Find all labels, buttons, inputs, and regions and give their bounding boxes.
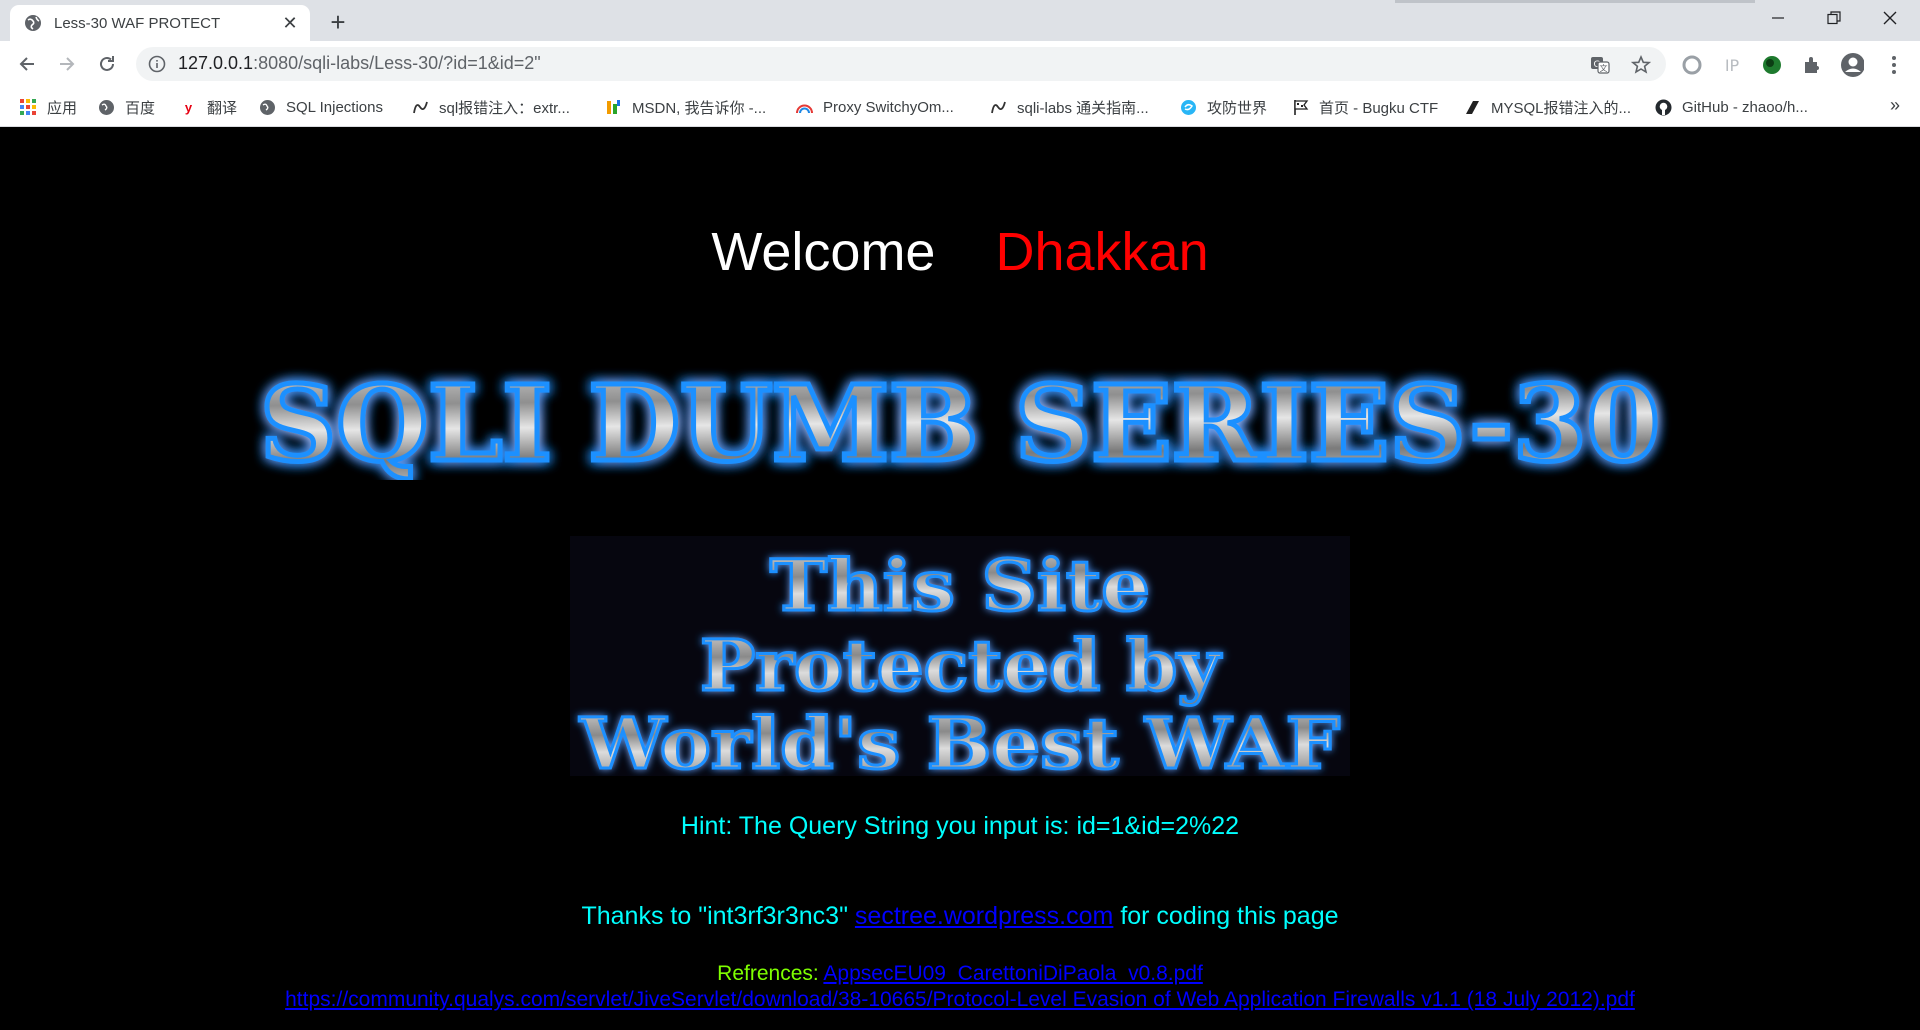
references: Refrences: AppsecEU09_CarettoniDiPaola_v… <box>0 962 1920 1012</box>
bookmark-label: MYSQL报错注入的... <box>1491 99 1632 117</box>
bookmark-msdn[interactable]: MSDN, 我告诉你 -... <box>605 95 766 119</box>
references-label: Refrences: <box>717 962 819 985</box>
browser-tab[interactable]: Less-30 WAF PROTECT ✕ <box>10 5 310 41</box>
extension-circle-icon[interactable] <box>1680 53 1704 77</box>
references-line-1: Refrences: AppsecEU09_CarettoniDiPaola_v… <box>0 962 1920 986</box>
youdao-icon: y <box>184 99 193 115</box>
flag-icon <box>1292 99 1309 116</box>
tab-strip: Less-30 WAF PROTECT ✕ + <box>0 0 1920 41</box>
bookmark-baidu[interactable]: 百度 <box>98 95 155 119</box>
close-window-icon <box>1883 11 1897 25</box>
ip-extension-icon[interactable]: IP <box>1720 53 1744 77</box>
page-content: Welcome Dhakkan SQLI DUMB SERIES-30 This… <box>0 128 1920 1030</box>
translate-icon[interactable]: G文 <box>1590 55 1610 75</box>
apps-grid-icon <box>20 98 37 116</box>
qualys-pdf-link[interactable]: https://community.qualys.com/servlet/Jiv… <box>285 988 1635 1011</box>
sectree-link[interactable]: sectree.wordpress.com <box>855 902 1113 930</box>
tab-strip-decoration <box>1395 0 1755 3</box>
rainbow-icon <box>796 99 813 116</box>
bookmark-sqli-labs-guide[interactable]: sqli-labs 通关指南... <box>990 95 1149 119</box>
swirl-icon <box>1180 99 1197 116</box>
welcome-heading: Welcome Dhakkan <box>0 221 1920 283</box>
appsec-pdf-link[interactable]: AppsecEU09_CarettoniDiPaola_v0.8.pdf <box>823 962 1202 985</box>
minimize-icon <box>1772 17 1784 19</box>
bookmark-label: sqli-labs 通关指南... <box>1017 99 1149 117</box>
msdn-icon <box>605 99 622 116</box>
bookmark-bugku[interactable]: 首页 - Bugku CTF <box>1292 95 1438 119</box>
svg-text:IP: IP <box>1725 56 1740 75</box>
bookmark-label: SQL Injections <box>286 98 383 116</box>
globe-icon <box>98 99 115 116</box>
references-line-2: https://community.qualys.com/servlet/Jiv… <box>0 988 1920 1012</box>
bookmark-label: 攻防世界 <box>1207 99 1268 117</box>
browser-toolbar: 127.0.0.1:8080/sqli-labs/Less-30/?id=1&i… <box>0 41 1920 87</box>
forward-arrow-icon <box>60 57 75 71</box>
bookmark-label: 应用 <box>47 99 78 117</box>
welcome-text: Welcome <box>711 222 936 282</box>
bookmark-label: GitHub - zhaoo/h... <box>1682 98 1808 116</box>
sqli-dumb-series-banner: SQLI DUMB SERIES-30 <box>258 360 1663 480</box>
restore-button[interactable] <box>1806 0 1862 36</box>
credits-suffix: for coding this page <box>1120 902 1339 930</box>
slash-icon <box>1464 99 1481 116</box>
tab-title: Less-30 WAF PROTECT <box>54 14 221 32</box>
waf-protection-image: This Site Protected by World's Best WAF <box>570 536 1350 776</box>
bookmarks-overflow-chevron-icon[interactable]: » <box>1890 95 1900 116</box>
close-window-button[interactable] <box>1862 0 1918 36</box>
puzzle-extensions-icon[interactable] <box>1800 53 1824 77</box>
bookmark-sql-injections[interactable]: SQL Injections <box>259 95 383 119</box>
reload-button[interactable] <box>92 49 122 79</box>
bookmark-label: Proxy SwitchyOm... <box>823 98 954 116</box>
bookmarks-bar: 应用 百度 y 翻译 SQL Injections sql报错注入：extr..… <box>0 87 1920 127</box>
profile-avatar-icon[interactable] <box>1840 53 1864 77</box>
url-host: 127.0.0.1 <box>178 53 254 73</box>
minimize-button[interactable] <box>1750 0 1806 36</box>
url-path: :8080/sqli-labs/Less-30/?id=1&id=2" <box>253 53 541 73</box>
bookmark-label: 百度 <box>125 99 156 117</box>
waf-line-1: This Site <box>770 544 1150 627</box>
bookmark-label: MSDN, 我告诉你 -... <box>632 99 767 117</box>
github-icon <box>1655 99 1672 116</box>
back-arrow-icon <box>19 57 34 71</box>
bookmark-label: 首页 - Bugku CTF <box>1319 99 1439 117</box>
forward-button[interactable] <box>52 49 82 79</box>
bookmark-mysql-error[interactable]: MYSQL报错注入的... <box>1464 95 1631 119</box>
banner-text: SQLI DUMB SERIES-30 <box>260 362 1660 480</box>
waf-line-2: Protected by <box>700 624 1222 707</box>
browser-menu-icon[interactable] <box>1882 53 1906 77</box>
reload-icon <box>100 56 114 71</box>
waf-line-3: World's Best WAF <box>579 702 1340 776</box>
site-info-icon[interactable] <box>148 55 166 73</box>
bookmark-sql-error-injection[interactable]: sql报错注入：extr... <box>412 95 570 119</box>
address-bar[interactable]: 127.0.0.1:8080/sqli-labs/Less-30/?id=1&i… <box>136 47 1666 81</box>
back-button[interactable] <box>12 49 42 79</box>
squiggle-icon <box>412 99 429 116</box>
globe-extension-icon[interactable] <box>1760 53 1784 77</box>
bookmark-github[interactable]: GitHub - zhaoo/h... <box>1655 95 1808 119</box>
bookmark-star-icon[interactable] <box>1631 55 1651 75</box>
globe-icon <box>259 99 276 116</box>
svg-text:文: 文 <box>1600 63 1608 73</box>
restore-icon <box>1827 11 1841 25</box>
credits-line: Thanks to "int3rf3r3nc3" sectree.wordpre… <box>0 902 1920 931</box>
bookmark-apps[interactable]: 应用 <box>20 95 77 119</box>
new-tab-button[interactable]: + <box>324 7 352 37</box>
username-text: Dhakkan <box>995 222 1209 282</box>
url-text: 127.0.0.1:8080/sqli-labs/Less-30/?id=1&i… <box>178 53 541 74</box>
bookmark-label: sql报错注入：extr... <box>439 99 570 117</box>
bookmark-youdao[interactable]: y 翻译 <box>180 95 237 119</box>
bookmark-proxy-switchyomega[interactable]: Proxy SwitchyOm... <box>796 95 954 119</box>
globe-icon <box>25 15 41 31</box>
squiggle-icon <box>990 99 1007 116</box>
close-tab-icon[interactable]: ✕ <box>280 13 300 33</box>
bookmark-label: 翻译 <box>207 99 238 117</box>
query-hint: Hint: The Query String you input is: id=… <box>680 812 1240 840</box>
credits-prefix: Thanks to "int3rf3r3nc3" <box>581 902 848 930</box>
bookmark-adworld[interactable]: 攻防世界 <box>1180 95 1267 119</box>
